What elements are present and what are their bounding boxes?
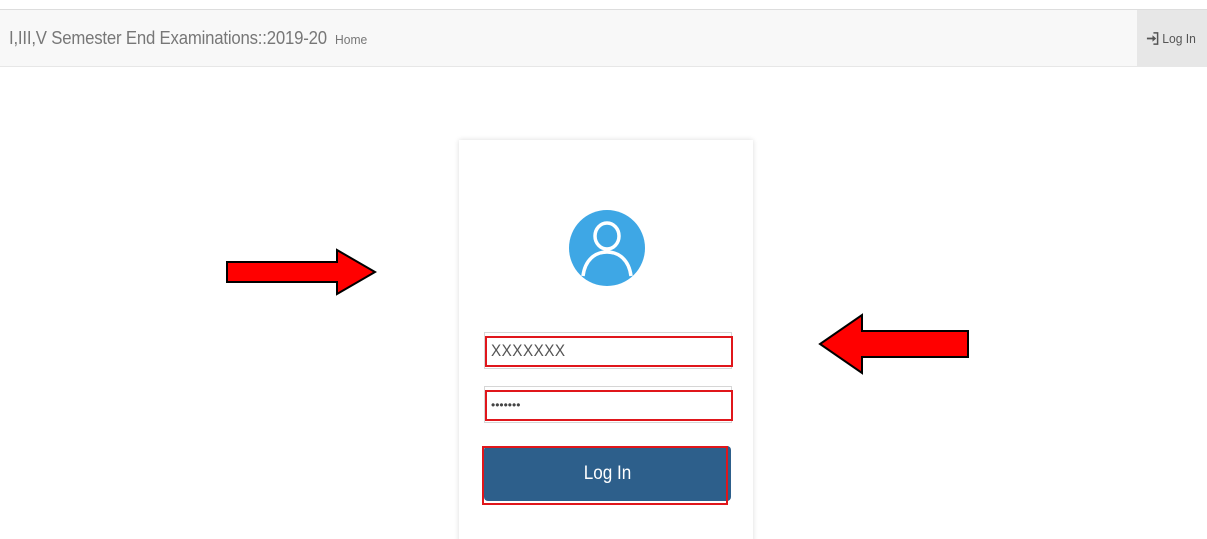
username-field-wrapper	[484, 332, 733, 369]
login-card: Log In	[459, 140, 753, 539]
arrow-left-icon	[818, 313, 969, 375]
nav-login-label: Log In	[1162, 31, 1197, 46]
username-input[interactable]	[491, 340, 698, 362]
nav-home-link[interactable]: Home	[335, 32, 367, 47]
arrow-right-icon	[226, 248, 377, 296]
user-avatar-icon	[569, 210, 645, 286]
password-field-wrapper	[484, 386, 733, 423]
navbar-brand[interactable]: I,III,V Semester End Examinations::2019-…	[9, 28, 327, 49]
sign-in-icon	[1147, 32, 1159, 45]
nav-login-link[interactable]: Log In	[1137, 10, 1207, 67]
top-navbar: I,III,V Semester End Examinations::2019-…	[0, 9, 1207, 67]
password-input[interactable]	[491, 394, 721, 416]
login-submit-button[interactable]: Log In	[482, 446, 731, 505]
page: I,III,V Semester End Examinations::2019-…	[0, 0, 1207, 539]
login-button-label: Log In	[583, 463, 632, 484]
